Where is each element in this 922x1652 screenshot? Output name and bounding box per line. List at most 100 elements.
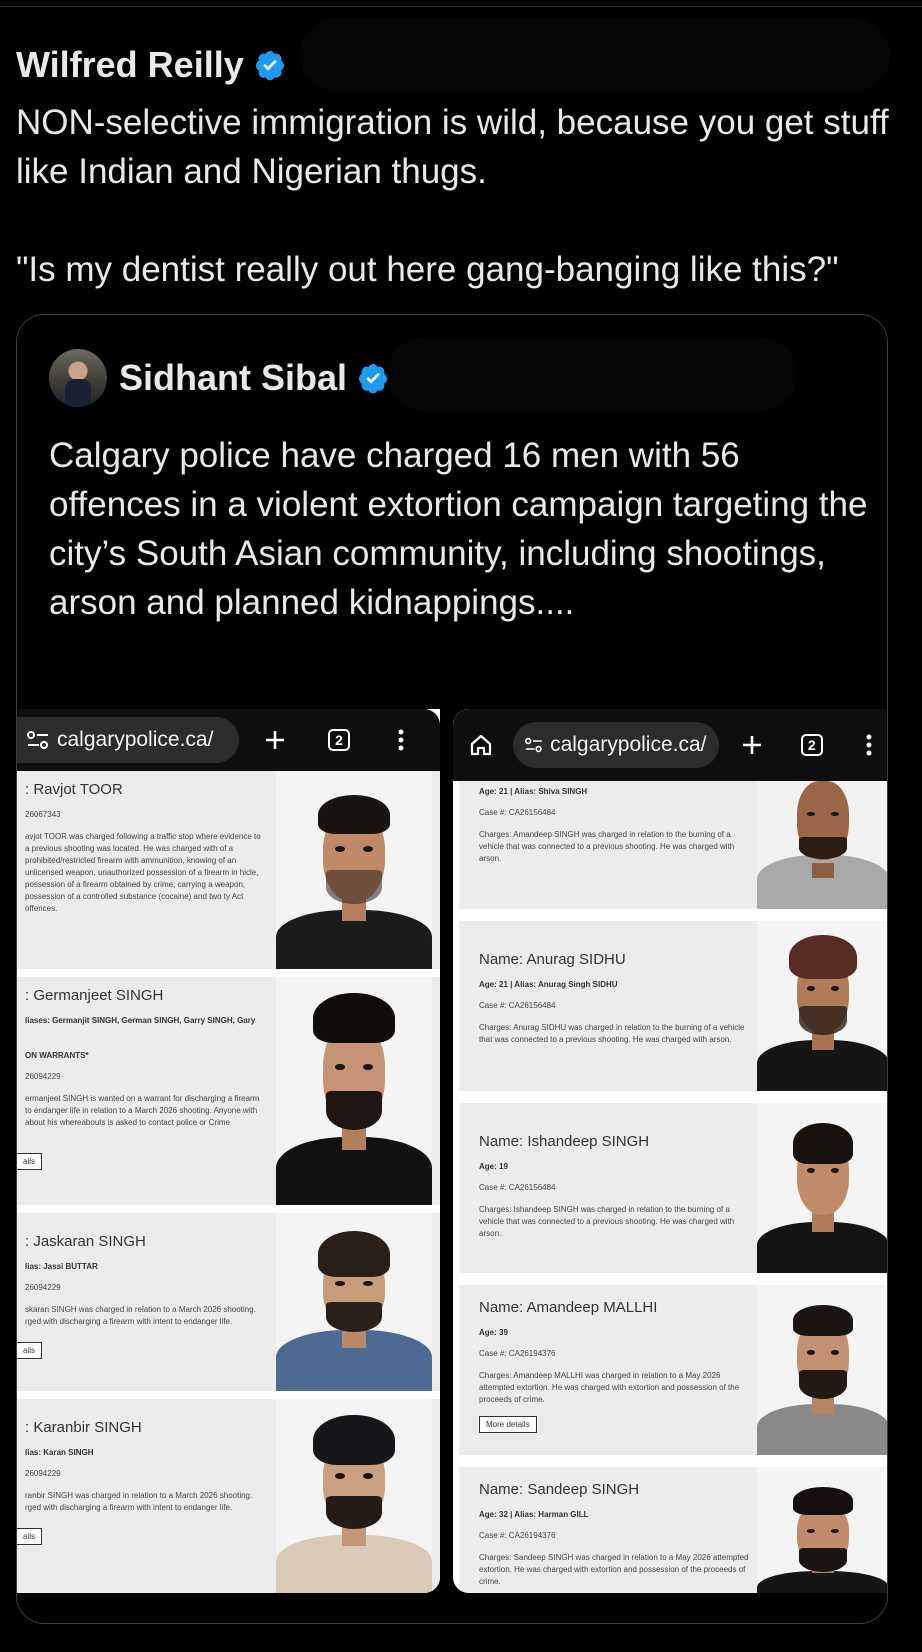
charges-text: Charges: Sandeep SINGH was charged in re… bbox=[479, 1553, 749, 1586]
suspect-card: : Karanbir SINGH lias: Karan SINGH 26094… bbox=[17, 1399, 440, 1593]
suspect-card: Age: 21 | Alias: Shiva SINGH Case #: CA2… bbox=[459, 781, 887, 909]
suspect-photo bbox=[276, 771, 432, 969]
suspect-info: Name: Anurag SIDHU Age: 21 | Alias: Anur… bbox=[459, 921, 759, 1091]
quoted-author[interactable]: Sidhant Sibal bbox=[49, 349, 389, 407]
suspect-card: Name: Ishandeep SINGH Age: 19 Case #: CA… bbox=[459, 1103, 887, 1273]
more-details-button[interactable]: ails bbox=[17, 1342, 43, 1359]
home-button[interactable] bbox=[461, 725, 501, 765]
suspect-photo bbox=[757, 781, 887, 909]
more-details-button[interactable]: ails bbox=[17, 1528, 43, 1545]
plus-icon bbox=[743, 736, 762, 754]
quoted-tweet-text: Calgary police have charged 16 men with … bbox=[49, 436, 868, 622]
tweet-text-quote-line: "Is my dentist really out here gang-bang… bbox=[16, 250, 839, 289]
case-number: 26067343 bbox=[25, 810, 61, 819]
new-tab-button[interactable] bbox=[733, 725, 773, 765]
url-text[interactable]: calgarypolice.ca/ bbox=[550, 733, 706, 757]
charges-text: Charges: Anurag SIDHU was charged in rel… bbox=[479, 1023, 745, 1044]
suspect-age: Age: 19 bbox=[479, 1162, 508, 1171]
case-number: Case #: CA26156484 bbox=[479, 808, 556, 817]
suspect-name: Name: Anurag SIDHU bbox=[479, 951, 626, 968]
more-details-button[interactable]: More details bbox=[479, 1416, 537, 1433]
charges-text: Charges: Ishandeep SINGH was charged in … bbox=[479, 1205, 735, 1238]
tweet-author[interactable]: Wilfred Reilly bbox=[16, 40, 286, 90]
case-number: 26094229 bbox=[25, 1283, 61, 1292]
suspect-alias: liases: Germanjit SINGH, German SINGH, G… bbox=[25, 1016, 256, 1025]
suspect-card: : Ravjot TOOR 26067343 avjot TOOR was ch… bbox=[17, 771, 440, 969]
suspect-info: Age: 21 | Alias: Shiva SINGH Case #: CA2… bbox=[459, 781, 759, 909]
site-settings-icon[interactable] bbox=[524, 736, 543, 754]
suspect-age-alias: Age: 21 | Alias: Anurag Singh SIDHU bbox=[479, 980, 618, 989]
suspect-name: : Germanjeet SINGH bbox=[25, 987, 164, 1004]
browser-toolbar: calgarypolice.ca/ 2 bbox=[453, 709, 888, 781]
quoted-author-name[interactable]: Sidhant Sibal bbox=[119, 357, 347, 399]
suspect-alias: lias: Jassi BUTTAR bbox=[25, 1262, 98, 1271]
new-tab-button[interactable] bbox=[255, 720, 295, 760]
menu-button[interactable] bbox=[850, 725, 888, 765]
suspect-name: Name: Amandeep MALLHI bbox=[479, 1299, 658, 1316]
case-number: 26094229 bbox=[25, 1072, 61, 1081]
charges-text: avjot TOOR was charged following a traff… bbox=[25, 832, 261, 913]
url-text[interactable]: calgarypolice.ca/ bbox=[57, 728, 213, 752]
suspect-age-alias: Age: 21 | Alias: Shiva SINGH bbox=[479, 787, 588, 796]
case-number: Case #: CA26194376 bbox=[479, 1349, 556, 1358]
suspect-info: Name: Ishandeep SINGH Age: 19 Case #: CA… bbox=[459, 1103, 759, 1273]
more-vertical-icon bbox=[866, 734, 872, 756]
suspect-name: Name: Ishandeep SINGH bbox=[479, 1133, 650, 1150]
screenshot-left[interactable]: calgarypolice.ca/ 2 : Ravjot TOOR 260673… bbox=[17, 709, 440, 1593]
suspect-name: : Ravjot TOOR bbox=[25, 781, 123, 798]
suspect-card: : Germanjeet SINGH liases: Germanjit SIN… bbox=[17, 977, 440, 1205]
verified-badge-icon bbox=[359, 364, 388, 394]
suspect-age-alias: Age: 32 | Alias: Harman GILL bbox=[479, 1510, 589, 1519]
quoted-tweet-card[interactable]: Sidhant Sibal Calgary police have charge… bbox=[16, 314, 888, 1624]
suspect-photo bbox=[276, 1213, 432, 1391]
url-bar[interactable]: calgarypolice.ca/ bbox=[512, 722, 719, 768]
suspect-card: Name: Sandeep SINGH Age: 32 | Alias: Har… bbox=[459, 1467, 887, 1593]
suspect-photo bbox=[757, 1467, 887, 1593]
screenshot-right[interactable]: calgarypolice.ca/ 2 Age: 21 | Alias: Shi… bbox=[453, 709, 888, 1593]
browser-toolbar: calgarypolice.ca/ 2 bbox=[17, 709, 440, 771]
charges-text: Charges: Amandeep MALLHI was charged in … bbox=[479, 1371, 740, 1404]
more-vertical-icon bbox=[398, 729, 404, 751]
suspect-info: : Jaskaran SINGH lias: Jassi BUTTAR 2609… bbox=[17, 1213, 275, 1391]
charges-text: skaran SINGH was charged in relation to … bbox=[25, 1305, 256, 1326]
top-divider bbox=[0, 6, 922, 7]
suspect-info: : Ravjot TOOR 26067343 avjot TOOR was ch… bbox=[17, 771, 275, 969]
suspect-photo bbox=[757, 921, 887, 1091]
suspect-name: : Jaskaran SINGH bbox=[25, 1233, 146, 1250]
charges-text: ermanjeet SINGH is wanted on a warrant f… bbox=[25, 1094, 260, 1127]
suspect-info: : Germanjeet SINGH liases: Germanjit SIN… bbox=[17, 977, 275, 1205]
redacted-handle bbox=[300, 18, 890, 92]
suspect-info: Name: Sandeep SINGH Age: 32 | Alias: Har… bbox=[459, 1467, 759, 1593]
tab-switcher-button[interactable]: 2 bbox=[319, 720, 359, 760]
suspect-name: Name: Sandeep SINGH bbox=[479, 1481, 640, 1498]
case-number: Case #: CA26156484 bbox=[479, 1001, 556, 1010]
suspect-card: Name: Amandeep MALLHI Age: 39 Case #: CA… bbox=[459, 1285, 887, 1455]
menu-button[interactable] bbox=[381, 720, 421, 760]
url-bar[interactable]: calgarypolice.ca/ bbox=[17, 717, 239, 763]
plus-icon bbox=[266, 731, 284, 749]
tweet-text: NON-selective immigration is wild, becau… bbox=[16, 98, 906, 294]
site-settings-icon[interactable] bbox=[27, 731, 49, 749]
suspect-photo bbox=[757, 1285, 887, 1455]
warrant-status: ON WARRANTS* bbox=[25, 1051, 89, 1060]
case-number: Case #: CA26194376 bbox=[479, 1531, 556, 1540]
tweet-text-line: NON-selective immigration is wild, becau… bbox=[16, 103, 889, 191]
avatar[interactable] bbox=[49, 349, 107, 407]
suspect-alias: lias: Karan SINGH bbox=[25, 1448, 94, 1457]
author-name[interactable]: Wilfred Reilly bbox=[16, 44, 244, 86]
case-number: 26094229 bbox=[25, 1469, 61, 1478]
tab-count: 2 bbox=[800, 734, 823, 756]
suspect-photo bbox=[276, 977, 432, 1205]
verified-badge-icon bbox=[255, 51, 284, 81]
redacted-handle bbox=[387, 337, 797, 411]
suspect-photo bbox=[276, 1399, 432, 1593]
more-details-button[interactable]: ails bbox=[17, 1153, 43, 1170]
suspect-info: : Karanbir SINGH lias: Karan SINGH 26094… bbox=[17, 1399, 275, 1593]
police-listing-page: Age: 21 | Alias: Shiva SINGH Case #: CA2… bbox=[453, 781, 887, 1593]
tab-count: 2 bbox=[328, 729, 350, 751]
suspect-info: Name: Amandeep MALLHI Age: 39 Case #: CA… bbox=[459, 1285, 759, 1455]
charges-text: ranbir SINGH was charged in relation to … bbox=[25, 1491, 253, 1512]
tab-switcher-button[interactable]: 2 bbox=[792, 725, 832, 765]
suspect-card: Name: Anurag SIDHU Age: 21 | Alias: Anur… bbox=[459, 921, 887, 1091]
suspect-age: Age: 39 bbox=[479, 1328, 508, 1337]
